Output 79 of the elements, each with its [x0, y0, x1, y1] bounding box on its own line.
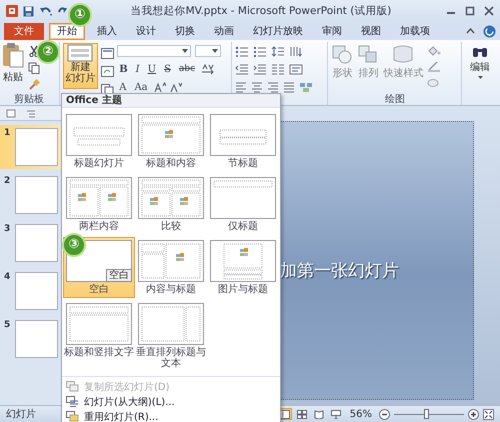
ribbon-tab[interactable]: 加载项: [393, 22, 437, 40]
slide-count-text: 幻灯片: [6, 408, 36, 421]
grow-font-icon[interactable]: [154, 82, 166, 92]
font-button[interactable]: A: [117, 82, 128, 92]
cut-icon[interactable]: [28, 45, 40, 57]
slide-sorter-icon[interactable]: [296, 408, 309, 420]
slide-title-text: 加第一张幻灯片: [280, 260, 399, 282]
align-text-icon[interactable]: [289, 64, 304, 74]
font-size-field[interactable]: [195, 45, 222, 57]
bullet-list-icon[interactable]: [235, 46, 250, 56]
shape-outline-icon[interactable]: [427, 61, 442, 72]
layout-icon[interactable]: [101, 48, 114, 59]
numbered-list-icon[interactable]: [253, 46, 268, 56]
text-direction-icon[interactable]: [289, 46, 304, 56]
group-label: 绘图: [384, 94, 406, 105]
powerpoint-logo-icon: [6, 5, 18, 17]
format-button[interactable]: abc: [176, 64, 198, 74]
columns-icon[interactable]: [271, 64, 286, 74]
editing-button[interactable]: 编辑: [470, 60, 490, 74]
format-button[interactable]: B: [117, 64, 130, 74]
paste-label[interactable]: 粘贴: [3, 70, 23, 84]
zoom-percent[interactable]: 56%: [350, 408, 372, 420]
help-icon[interactable]: [483, 24, 496, 38]
line-spacing-icon[interactable]: [271, 46, 286, 56]
ribbon-tab[interactable]: 插入: [90, 22, 124, 40]
zoom-out-icon[interactable]: [379, 408, 390, 420]
window-title: 当我想起你MV.pptx - Microsoft PowerPoint (试用版): [130, 4, 392, 18]
ribbon-tab[interactable]: 动画: [207, 22, 241, 40]
shapes-icon: [331, 44, 354, 64]
caret-icon: [182, 49, 188, 53]
shape-fill-icon[interactable]: [427, 45, 442, 56]
format-button[interactable]: S: [162, 64, 173, 74]
reset-icon[interactable]: [101, 66, 114, 77]
save-icon[interactable]: [23, 6, 34, 16]
maximize-icon[interactable]: [465, 6, 475, 16]
menu-item[interactable]: 重用幻灯片(R)...: [62, 409, 280, 422]
ribbon-tab[interactable]: 切换: [168, 22, 202, 40]
menu-header: Office 主题: [62, 94, 280, 108]
collapse-ribbon-icon[interactable]: [466, 27, 475, 35]
group-label: 剪贴板: [12, 94, 45, 105]
ribbon-tab[interactable]: 审阅: [315, 22, 349, 40]
font-button[interactable]: Aa: [132, 82, 150, 92]
arrange-icon: [357, 44, 380, 64]
align-center-icon[interactable]: [251, 82, 264, 92]
ribbon-tab[interactable]: 文件: [4, 22, 44, 40]
quick-styles-icon: [392, 44, 414, 64]
slide-layout-icon: [67, 44, 94, 62]
slideshow-icon[interactable]: [330, 408, 343, 420]
undo-icon[interactable]: [39, 6, 53, 16]
format-button[interactable]: U: [146, 64, 158, 74]
outline-tab-icon[interactable]: [26, 108, 36, 118]
slide-thumbnail[interactable]: 1: [0, 125, 61, 169]
caret-icon: [478, 76, 483, 79]
duplicate-slide-icon: [66, 381, 79, 392]
align-left-icon[interactable]: [235, 82, 248, 92]
format-button[interactable]: I: [134, 64, 142, 74]
section-icon[interactable]: [101, 84, 114, 95]
close-icon[interactable]: [484, 6, 494, 16]
ribbon-tab[interactable]: 开始: [49, 22, 85, 40]
ribbon-tab[interactable]: 设计: [129, 22, 163, 40]
character-spacing-icon[interactable]: [201, 64, 216, 74]
new-slide-button[interactable]: 新建 幻灯片: [62, 43, 98, 89]
ribbon-tab[interactable]: 视图: [354, 22, 388, 40]
tooltip: 空白: [106, 269, 132, 282]
font-name-field[interactable]: [117, 45, 192, 57]
copy-icon[interactable]: [28, 62, 40, 74]
increase-indent-icon[interactable]: [253, 64, 268, 74]
caret-icon: [212, 49, 218, 53]
zoom-in-icon[interactable]: [468, 408, 479, 420]
align-right-icon[interactable]: [267, 82, 280, 92]
decrease-indent-icon[interactable]: [235, 64, 250, 74]
slides-tab-icon[interactable]: [6, 108, 16, 118]
ribbon-tab[interactable]: 幻灯片放映: [246, 22, 310, 40]
format-painter-icon[interactable]: [28, 79, 40, 91]
shrink-font-icon[interactable]: [170, 82, 182, 92]
reading-view-icon[interactable]: [312, 408, 326, 420]
justify-icon[interactable]: [283, 82, 296, 92]
outline-slide-icon: [66, 396, 79, 407]
fit-window-icon[interactable]: [483, 408, 494, 420]
